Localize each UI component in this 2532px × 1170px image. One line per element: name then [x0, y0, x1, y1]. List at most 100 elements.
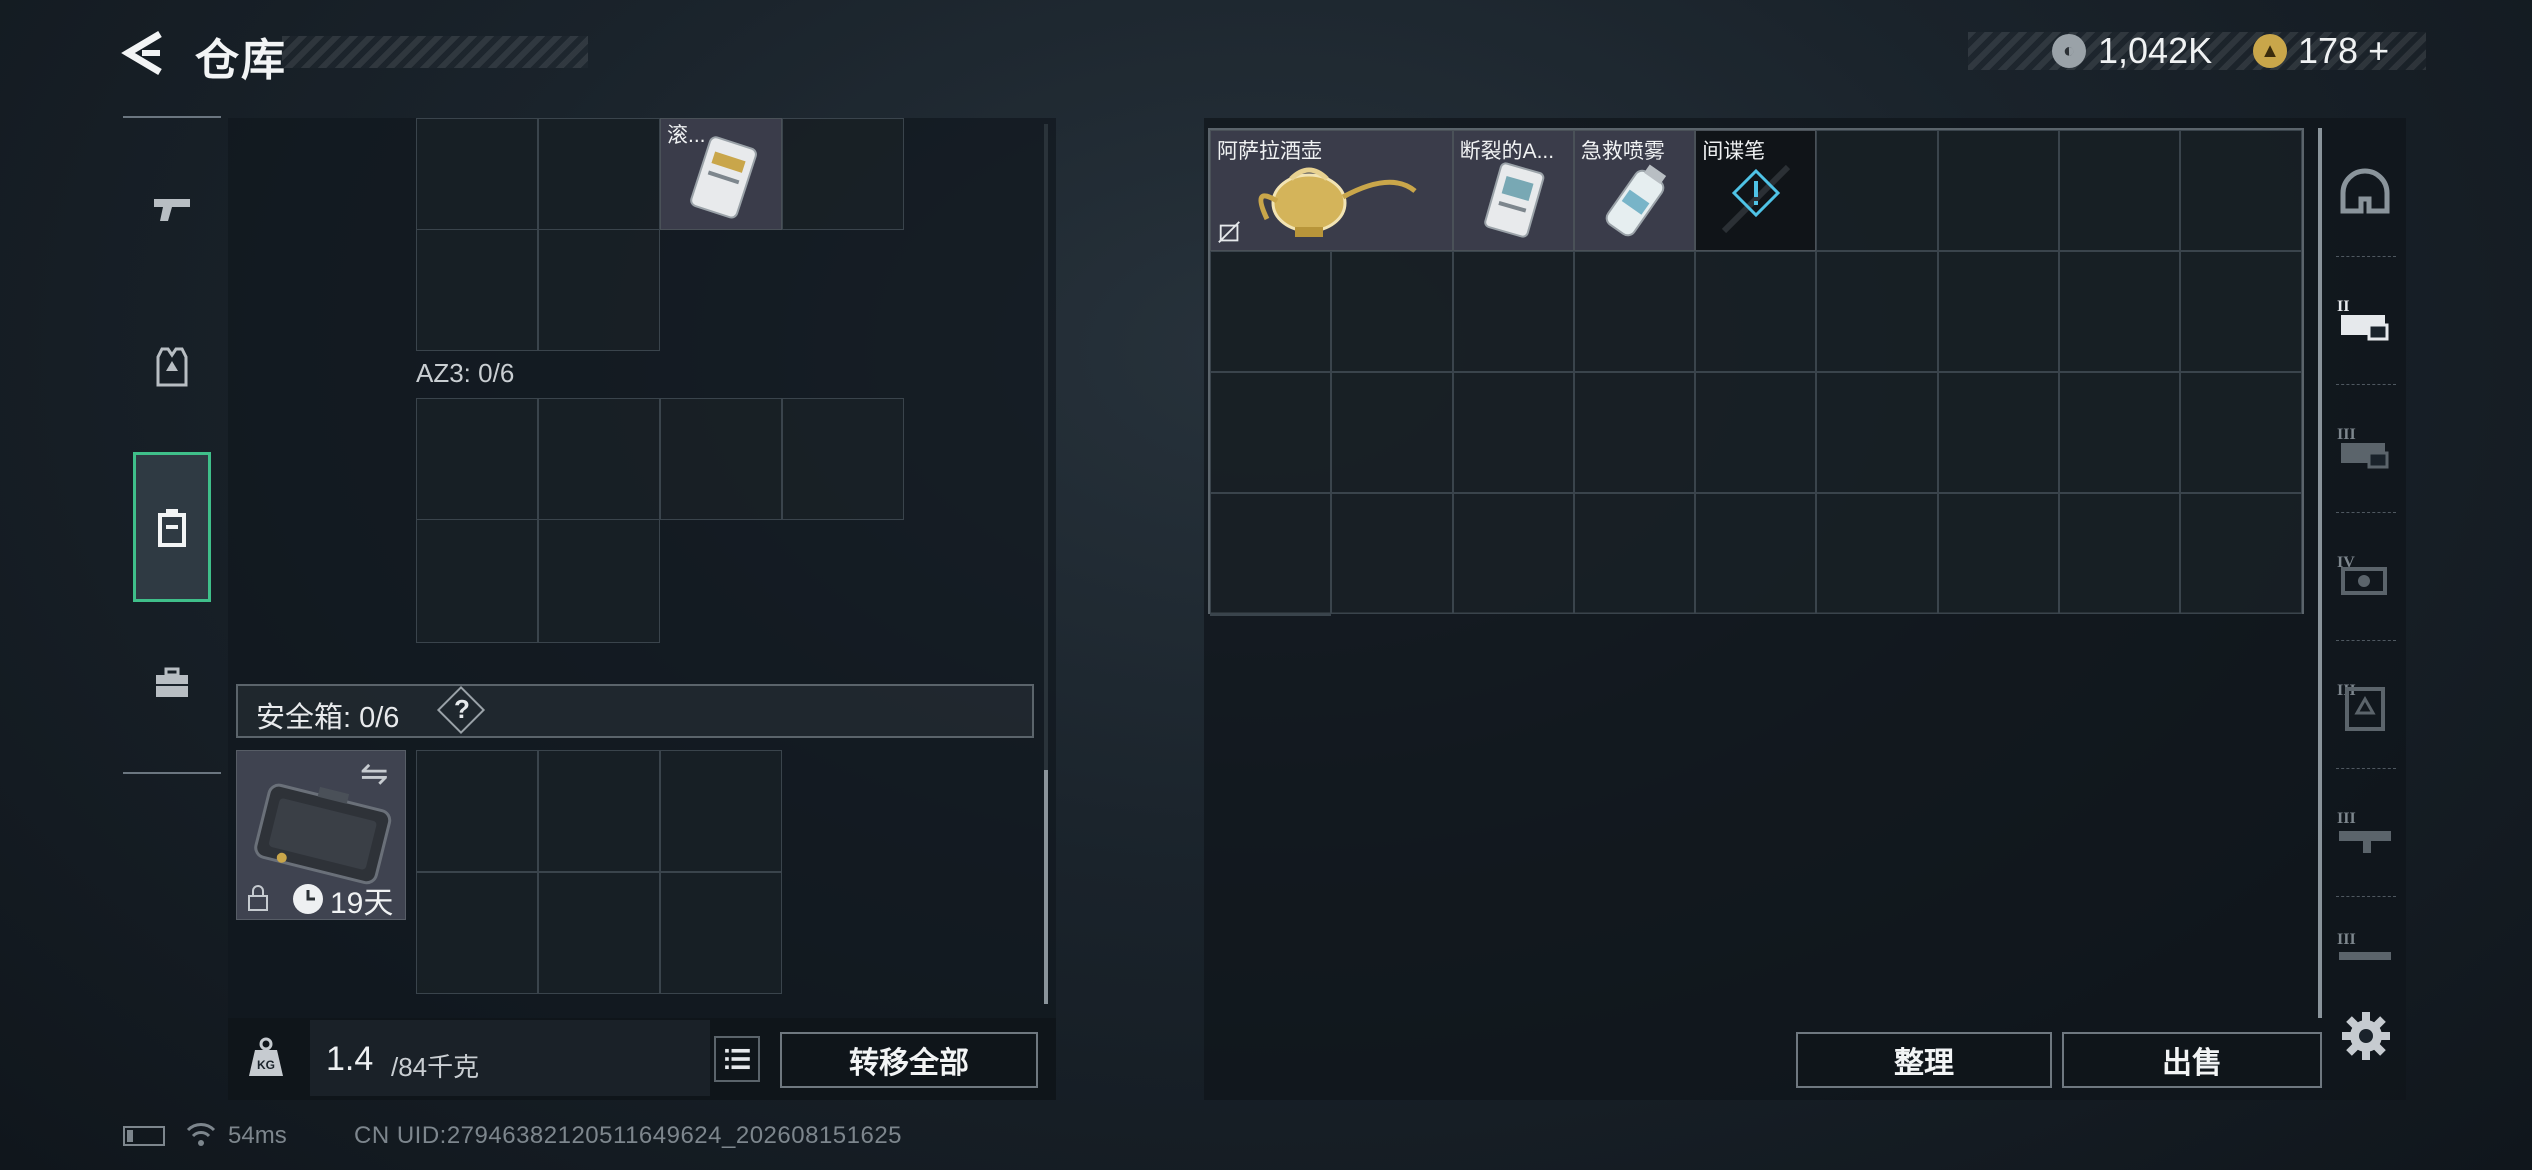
stash-item-first-aid-spray[interactable]: 急救喷雾 — [1573, 130, 1696, 251]
sell-button[interactable]: 出售 — [2062, 1032, 2322, 1088]
grid-cell[interactable] — [1573, 493, 1696, 614]
grid-cell[interactable] — [1816, 130, 1938, 251]
grid-cell[interactable] — [416, 398, 538, 520]
grid-cell[interactable] — [538, 750, 660, 872]
grid-cell[interactable] — [2059, 130, 2181, 251]
grid-cell[interactable] — [2180, 251, 2302, 372]
grid-cell[interactable] — [416, 519, 538, 643]
svg-text:III: III — [2337, 810, 2356, 827]
grid-cell[interactable] — [538, 398, 660, 520]
clock-icon — [293, 884, 323, 914]
armor-vest-icon — [156, 347, 188, 387]
grid-cell[interactable] — [1937, 130, 2060, 251]
grid-cell[interactable] — [660, 872, 782, 994]
container-grid-top-lower — [416, 229, 660, 351]
list-view-button[interactable] — [714, 1036, 760, 1082]
filter-helmet[interactable] — [2328, 140, 2402, 250]
helmet-icon — [2340, 168, 2390, 214]
swap-icon[interactable]: ⇋ — [360, 754, 389, 794]
grid-cell[interactable] — [1573, 251, 1696, 372]
grid-cell[interactable] — [2180, 493, 2302, 614]
stash-item-jug[interactable]: 阿萨拉酒壶 — [1210, 130, 1453, 251]
container-az3-grid-lower — [416, 519, 660, 643]
grid-cell[interactable] — [538, 118, 660, 230]
grid-cell[interactable] — [782, 398, 904, 520]
grid-cell[interactable] — [1816, 493, 1938, 614]
grid-cell[interactable] — [416, 118, 538, 230]
user-uid: CN UID:27946382120511649624_202608151625 — [354, 1122, 903, 1149]
grid-cell[interactable] — [538, 519, 660, 643]
grid-cell[interactable] — [2059, 493, 2181, 614]
grid-cell[interactable] — [1331, 372, 1453, 493]
grid-cell[interactable] — [538, 229, 660, 351]
grid-cell[interactable] — [1452, 372, 1574, 493]
grid-cell[interactable] — [1937, 251, 2060, 372]
silver-coin-icon: ◐ — [2052, 34, 2086, 68]
grid-cell[interactable] — [782, 118, 904, 230]
grid-cell[interactable] — [416, 750, 538, 872]
first-aid-spray-icon — [1605, 164, 1667, 237]
wifi-icon — [186, 1123, 216, 1146]
gold-coin-icon: ▲ — [2253, 34, 2287, 68]
grid-cell[interactable] — [1695, 493, 1817, 614]
back-arrow-icon[interactable] — [120, 28, 166, 78]
container-az3-label: AZ3: 0/6 — [416, 358, 515, 388]
grid-cell[interactable] — [416, 229, 538, 351]
nav-item-weapons[interactable] — [133, 154, 211, 264]
filter-tier-3-rifles[interactable]: III — [2328, 778, 2402, 888]
transfer-all-button[interactable]: 转移全部 — [780, 1032, 1038, 1088]
filter-tier-3-weapons[interactable]: III — [2328, 394, 2402, 504]
golden-jug-icon — [1258, 167, 1417, 237]
settings-gear-icon[interactable] — [2338, 1008, 2394, 1064]
safe-box-days-remaining: 19天 — [330, 887, 394, 920]
filter-tier-4-weapons[interactable]: IV — [2328, 522, 2402, 632]
grid-cell[interactable] — [2059, 372, 2181, 493]
filter-tier-3-armor[interactable]: III — [2328, 650, 2402, 760]
tier-2-gun-icon: II — [2337, 298, 2389, 341]
add-currency-button[interactable]: + — [2368, 30, 2389, 71]
grid-cell[interactable] — [1816, 251, 1938, 372]
safe-box-label: 安全箱: 0/6 — [256, 702, 400, 734]
help-question-mark: ? — [454, 694, 470, 724]
pistol-icon — [154, 199, 190, 221]
grid-cell[interactable] — [1210, 251, 1332, 372]
grid-cell[interactable] — [2180, 130, 2302, 251]
gold-currency-value[interactable]: 178 + — [2298, 30, 2389, 72]
tier-3-rifle-icon: III — [2337, 810, 2391, 853]
grid-cell[interactable] — [1452, 251, 1574, 372]
grid-cell[interactable] — [416, 872, 538, 994]
grid-cell[interactable] — [1331, 493, 1453, 614]
grid-cell[interactable] — [660, 398, 782, 520]
grid-cell[interactable] — [538, 872, 660, 994]
grid-cell[interactable] — [1937, 372, 2060, 493]
filter-tier-3-sniper[interactable]: III — [2328, 906, 2402, 1002]
weight-kg-icon: KG — [249, 1037, 283, 1076]
nav-item-backpack[interactable] — [133, 452, 211, 602]
broken-card-icon — [1483, 162, 1544, 238]
grid-cell[interactable] — [1210, 614, 1332, 616]
grid-cell[interactable] — [1937, 493, 2060, 614]
container-az3-grid — [416, 398, 904, 520]
inventory-item[interactable]: 滚... — [660, 118, 782, 230]
title-decoration — [282, 36, 588, 68]
grid-cell[interactable] — [1695, 251, 1817, 372]
nav-item-briefcase[interactable] — [133, 628, 211, 738]
scrollbar-thumb[interactable] — [1044, 770, 1048, 1004]
nav-item-equipment[interactable] — [133, 312, 211, 422]
tier-3-armor-icon: III — [2337, 682, 2385, 731]
sort-button[interactable]: 整理 — [1796, 1032, 2052, 1088]
grid-cell[interactable] — [1210, 493, 1332, 614]
grid-cell[interactable] — [2059, 251, 2181, 372]
grid-cell[interactable] — [1816, 372, 1938, 493]
stash-item-broken-card[interactable]: 断裂的A... — [1452, 130, 1574, 251]
grid-cell[interactable] — [1452, 493, 1574, 614]
grid-cell[interactable] — [1331, 251, 1453, 372]
grid-cell[interactable] — [1210, 372, 1332, 493]
svg-text:III: III — [2337, 931, 2356, 948]
grid-cell[interactable] — [2180, 372, 2302, 493]
grid-cell[interactable] — [1573, 372, 1696, 493]
grid-cell[interactable] — [1695, 372, 1817, 493]
grid-cell[interactable] — [660, 750, 782, 872]
filter-tier-2-weapons[interactable]: II — [2328, 266, 2402, 376]
stash-item-spy-pen[interactable]: 间谍笔 — [1695, 130, 1817, 251]
